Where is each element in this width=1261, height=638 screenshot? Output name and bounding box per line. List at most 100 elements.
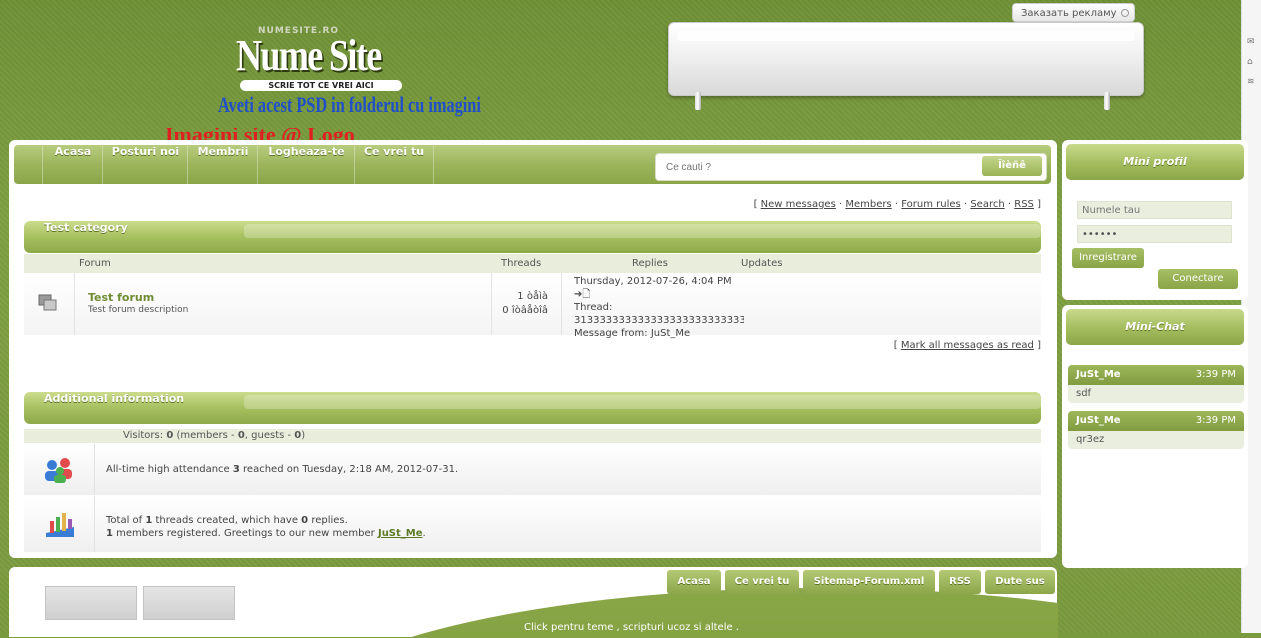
link-new-messages[interactable]: New messages xyxy=(761,199,836,210)
footer-rss-button[interactable]: RSS xyxy=(939,570,981,594)
chat-message: JuSt_Me 3:39 PM sdf xyxy=(1068,365,1244,403)
chat-author[interactable]: JuSt_Me xyxy=(1076,411,1121,431)
mark-all-read: [ Mark all messages as read ] xyxy=(894,340,1041,351)
site-logo[interactable]: NUMESITE.RO Nume Site SCRIE TOT CE VREI … xyxy=(236,26,406,92)
members-label: members - xyxy=(180,430,235,441)
search-input[interactable] xyxy=(664,158,968,176)
feed-icon[interactable]: ≋ xyxy=(1247,78,1258,87)
link-members[interactable]: Members xyxy=(845,199,891,210)
divider xyxy=(74,273,75,335)
chat-message-header: JuSt_Me 3:39 PM xyxy=(1068,411,1244,431)
footer-banner-slot[interactable] xyxy=(45,586,137,620)
mark-all-read-link[interactable]: Mark all messages as read xyxy=(901,340,1034,351)
nav-item-membrii[interactable]: Membrii xyxy=(187,145,258,184)
additional-info-header[interactable]: Additional information xyxy=(24,392,1041,424)
attendance-text: All-time high attendance 3 reached on Tu… xyxy=(106,463,458,476)
banner-leg xyxy=(1104,92,1110,110)
register-button[interactable]: Inregistrare xyxy=(1072,248,1144,268)
chat-message: JuSt_Me 3:39 PM qr3ez xyxy=(1068,411,1244,449)
stats-row: Total of 1 threads created, which have 0… xyxy=(24,497,1041,552)
mini-profile-box: Mini profil Numele tau •••••• Inregistra… xyxy=(1062,140,1248,300)
logo-tagline: SCRIE TOT CE VREI AICI xyxy=(240,80,402,91)
home-icon[interactable]: ⌂ xyxy=(1247,58,1258,67)
chat-author[interactable]: JuSt_Me xyxy=(1076,365,1121,385)
icon-cell xyxy=(24,443,95,495)
red-note-text: Imagini site @ Logo xyxy=(165,128,445,140)
footer-credit-link[interactable]: Click pentru teme , scripturi ucoz si al… xyxy=(524,622,739,633)
stats-threads: 1 xyxy=(145,515,153,526)
top-links: [ New messages · Members · Forum rules ·… xyxy=(754,199,1041,210)
footer-ce-vrei-tu-button[interactable]: Ce vrei tu xyxy=(725,570,799,594)
order-ad-button[interactable]: Заказать рекламу xyxy=(1012,3,1135,22)
chat-text: sdf xyxy=(1076,388,1092,399)
search-box: Ïîèñê xyxy=(655,153,1047,181)
go-to-post-icon[interactable]: ➔🗋 xyxy=(574,288,744,301)
nav-bar: Acasa Posturi noi Membrii Logheaza-te Ce… xyxy=(14,145,1051,184)
mail-icon[interactable]: ✉ xyxy=(1247,38,1258,47)
password-field[interactable]: •••••• xyxy=(1077,225,1232,243)
forum-name-link[interactable]: Test forum xyxy=(88,291,154,304)
category-title: Test category xyxy=(44,221,128,234)
forum-last-post: Thursday, 2012-07-26, 4:04 PM ➔🗋 Thread:… xyxy=(574,275,744,340)
login-button[interactable]: Conectare xyxy=(1158,269,1238,289)
header-banner xyxy=(668,22,1144,96)
link-search[interactable]: Search xyxy=(970,199,1004,210)
nav-item-logheaza-te[interactable]: Logheaza-te xyxy=(257,145,355,184)
icon-cell xyxy=(24,497,95,552)
link-rss[interactable]: RSS xyxy=(1014,199,1034,210)
link-forum-rules[interactable]: Forum rules xyxy=(901,199,960,210)
circle-icon xyxy=(1121,9,1129,17)
stats-replies: 0 xyxy=(301,515,309,526)
users-group-icon xyxy=(45,458,72,483)
stats-text: Total of 1 threads created, which have 0… xyxy=(106,514,426,540)
chat-time: 3:39 PM xyxy=(1195,369,1236,380)
forum-column-header: Forum Threads Replies Updates xyxy=(24,254,1041,273)
divider xyxy=(491,273,492,335)
separator: · xyxy=(1007,199,1012,210)
nav-item-acasa[interactable]: Acasa xyxy=(42,145,103,184)
main-panel: Acasa Posturi noi Membrii Logheaza-te Ce… xyxy=(9,140,1057,558)
col-updates: Updates xyxy=(741,258,783,269)
last-post-from: Message from: JuSt_Me xyxy=(574,328,691,339)
footer-sitemap-button[interactable]: Sitemap-Forum.xml xyxy=(803,570,935,594)
new-member-link[interactable]: JuSt_Me xyxy=(378,528,423,539)
stats-members-mid: members registered. Greetings to our new… xyxy=(116,528,375,539)
red-note: Imagini site @ Logo xyxy=(165,128,445,140)
visitors-total: 0 xyxy=(166,430,174,441)
col-replies: Replies xyxy=(632,258,668,269)
nav-item-posturi-noi[interactable]: Posturi noi xyxy=(102,145,188,184)
bracket: ] xyxy=(1037,199,1041,210)
mini-chat-box: Mini-Chat JuSt_Me 3:39 PM sdf JuSt_Me 3:… xyxy=(1062,305,1248,568)
footer-dute-sus-button[interactable]: Dute sus xyxy=(985,570,1055,594)
psd-note: Aveti acest PSD in folderul cu imagini xyxy=(218,92,481,117)
last-post-date: Thursday, 2012-07-26, 4:04 PM xyxy=(574,276,732,287)
banner-leg xyxy=(695,92,701,110)
bracket: ] xyxy=(1037,340,1041,351)
bracket: [ xyxy=(893,340,898,351)
col-threads: Threads xyxy=(501,258,542,269)
mini-profile-title: Mini profil xyxy=(1066,144,1244,180)
nav-item-ce-vrei-tu[interactable]: Ce vrei tu xyxy=(354,145,434,184)
last-thread-label: Thread: xyxy=(574,302,613,313)
chat-message-header: JuSt_Me 3:39 PM xyxy=(1068,365,1244,385)
chat-time: 3:39 PM xyxy=(1195,415,1236,426)
additional-info-title: Additional information xyxy=(44,392,185,405)
username-field[interactable]: Numele tau xyxy=(1077,201,1232,219)
forum-row: Test forum Test forum description 1 òåìà… xyxy=(24,273,1041,339)
visitors-row: Visitors: 0 (members - 0, guests - 0) xyxy=(24,429,1041,443)
forum-description: Test forum description xyxy=(88,305,189,315)
category-header[interactable]: Test category xyxy=(24,221,1041,253)
separator: · xyxy=(963,199,968,210)
attendance-pre: All-time high attendance xyxy=(106,464,230,475)
guests-label: guests - xyxy=(251,430,292,441)
attendance-post: reached on Tuesday, 2:18 AM, 2012-07-31. xyxy=(243,464,459,475)
stats-line-1: Total of 1 threads created, which have 0… xyxy=(106,514,426,527)
mini-chat-title: Mini-Chat xyxy=(1066,309,1244,345)
footer-acasa-button[interactable]: Acasa xyxy=(667,570,721,594)
members-count: 0 xyxy=(237,430,245,441)
search-button[interactable]: Ïîèñê xyxy=(982,156,1042,176)
footer-banner-slot[interactable] xyxy=(143,586,235,620)
visitors-text: Visitors: 0 (members - 0, guests - 0) xyxy=(123,430,306,441)
separator: · xyxy=(839,199,843,210)
last-thread-link[interactable]: 3133333333333333333333333333 xyxy=(574,314,744,327)
